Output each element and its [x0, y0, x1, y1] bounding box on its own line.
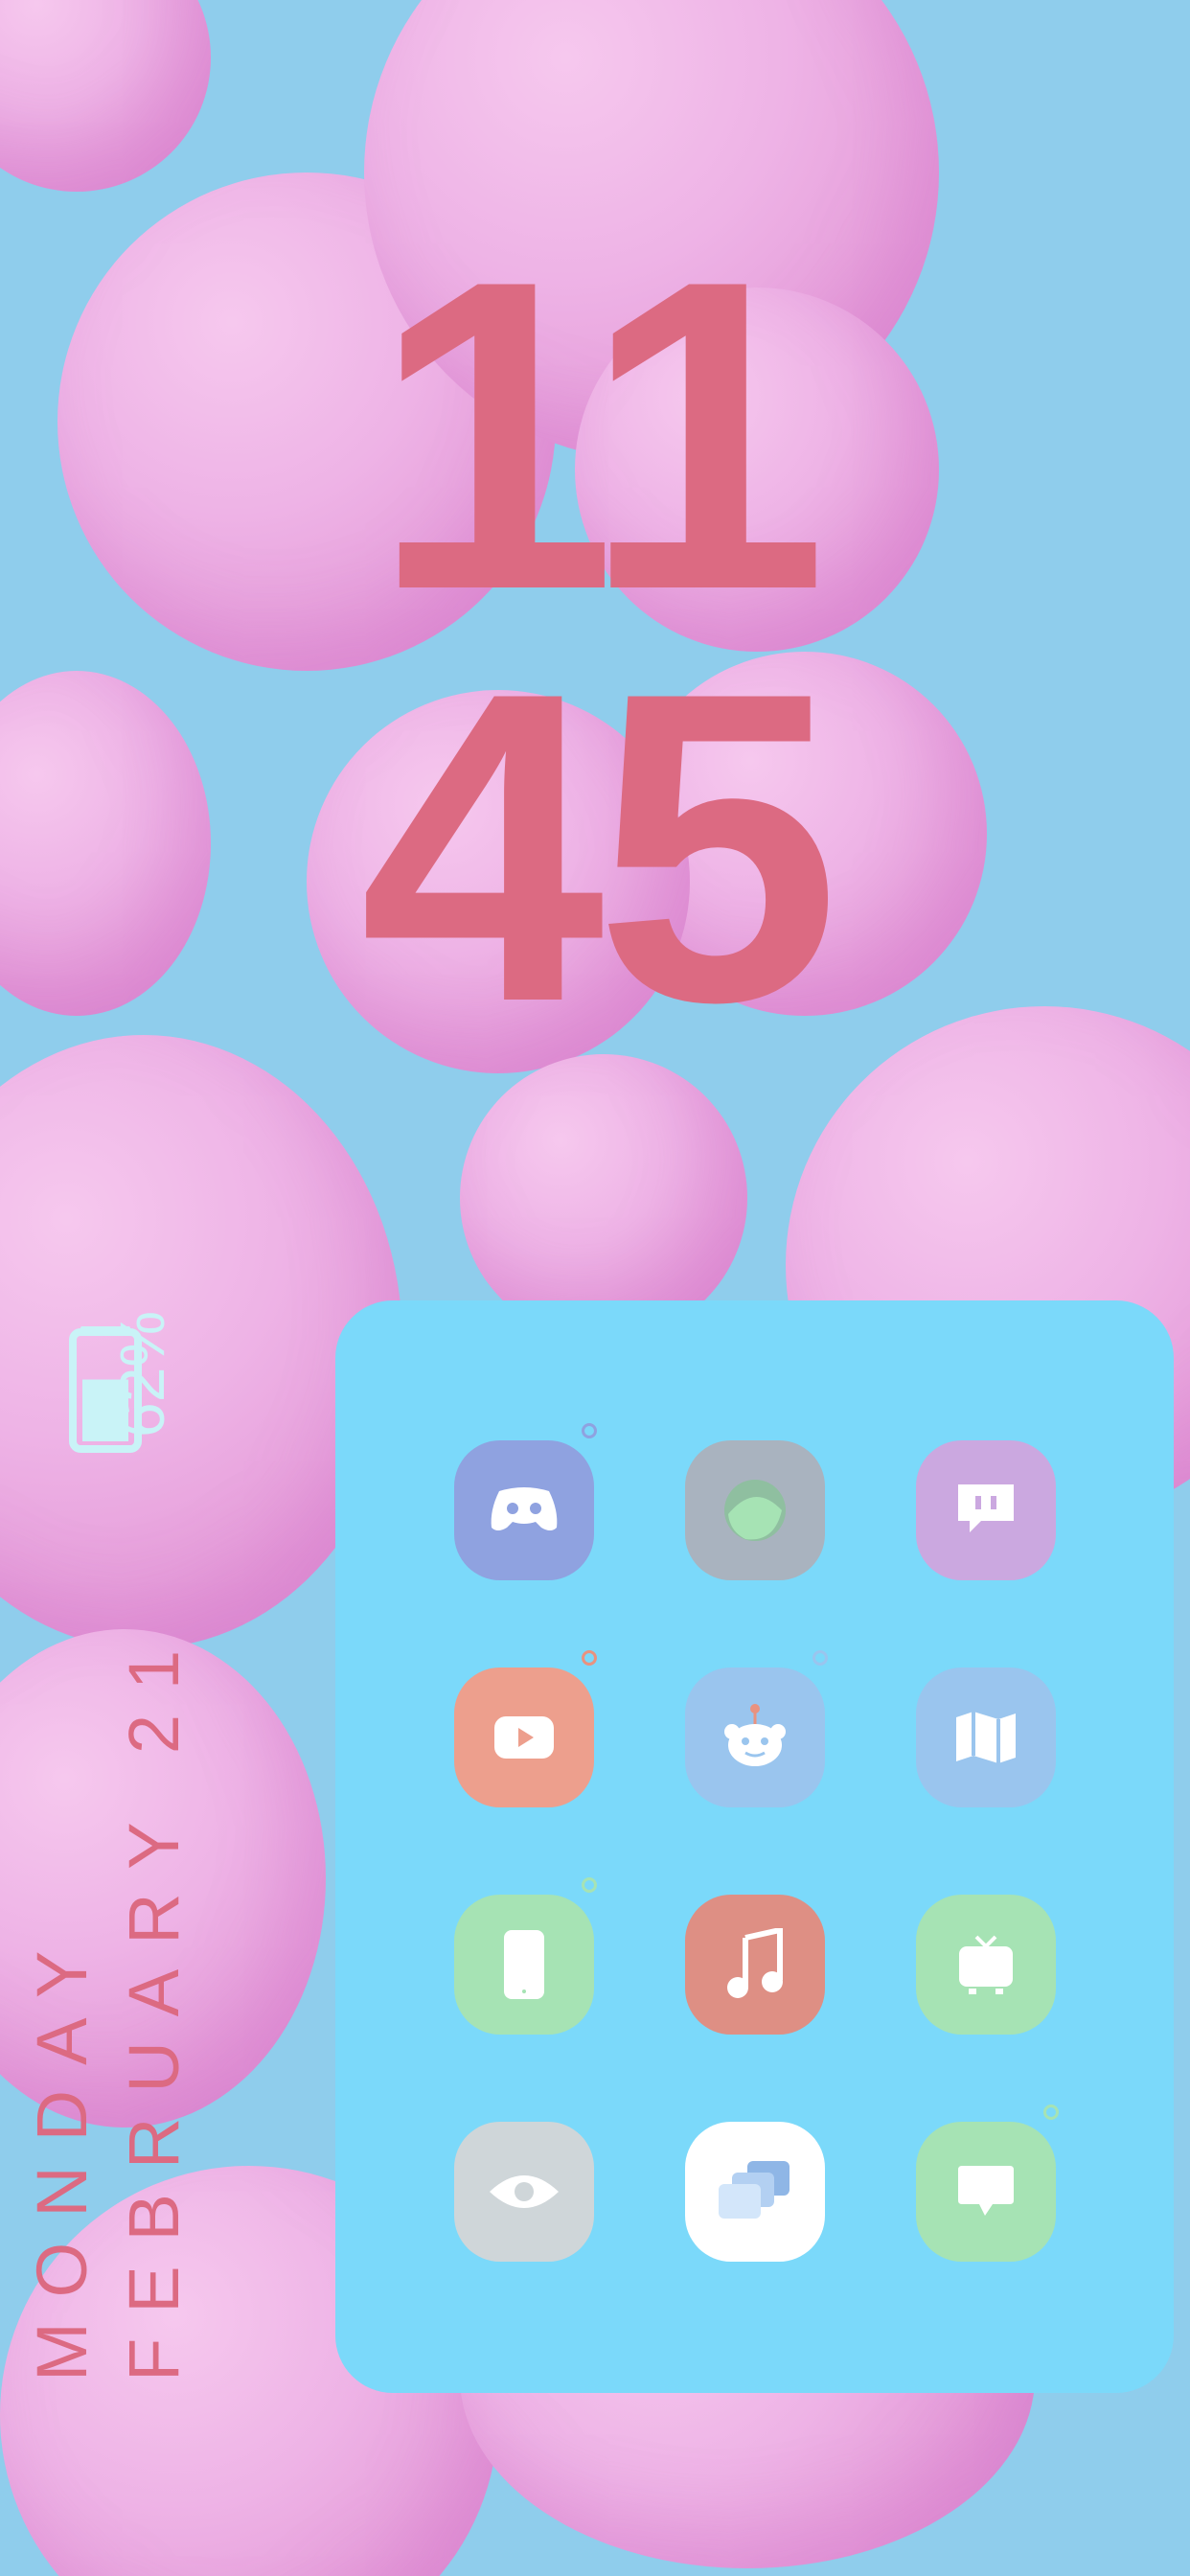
app-maps[interactable] — [916, 1668, 1056, 1807]
app-discord[interactable] — [454, 1440, 594, 1580]
app-orb[interactable] — [685, 1440, 825, 1580]
eye-icon — [490, 2175, 559, 2208]
notification-dot — [582, 1423, 597, 1438]
gamepad-icon — [491, 1487, 558, 1530]
music-note-icon — [727, 1928, 783, 1998]
chat-face-icon — [958, 1484, 1014, 1532]
app-twitch[interactable] — [916, 1440, 1056, 1580]
app-phone[interactable] — [454, 1895, 594, 2035]
app-youtube[interactable] — [454, 1668, 594, 1807]
notification-dot — [1043, 2104, 1059, 2120]
app-dock — [335, 1300, 1174, 2393]
orb-icon — [724, 1480, 786, 1541]
notification-dot — [582, 1877, 597, 1893]
map-icon — [956, 1712, 1016, 1763]
app-tv[interactable] — [916, 1895, 1056, 2035]
month-day-label: FEBRUARY 21 — [114, 1624, 194, 2381]
tv-icon — [959, 1935, 1013, 1994]
windows-icon — [719, 2161, 790, 2219]
play-icon — [494, 1716, 554, 1759]
app-windows[interactable] — [685, 2122, 825, 2262]
notification-dot — [812, 1650, 828, 1666]
message-icon — [958, 2166, 1014, 2216]
app-reddit[interactable] — [685, 1668, 825, 1807]
weekday-label: MONDAY — [22, 1925, 102, 2381]
clock-minute: 45 — [359, 602, 840, 1093]
phone-icon — [504, 1930, 544, 1999]
app-music[interactable] — [685, 1895, 825, 2035]
app-messages[interactable] — [916, 2122, 1056, 2262]
battery-percent: 62% — [106, 1310, 177, 1438]
app-eye[interactable] — [454, 2122, 594, 2262]
reddit-icon — [724, 1704, 786, 1766]
notification-dot — [582, 1650, 597, 1666]
clock-hour: 11 — [371, 190, 828, 681]
